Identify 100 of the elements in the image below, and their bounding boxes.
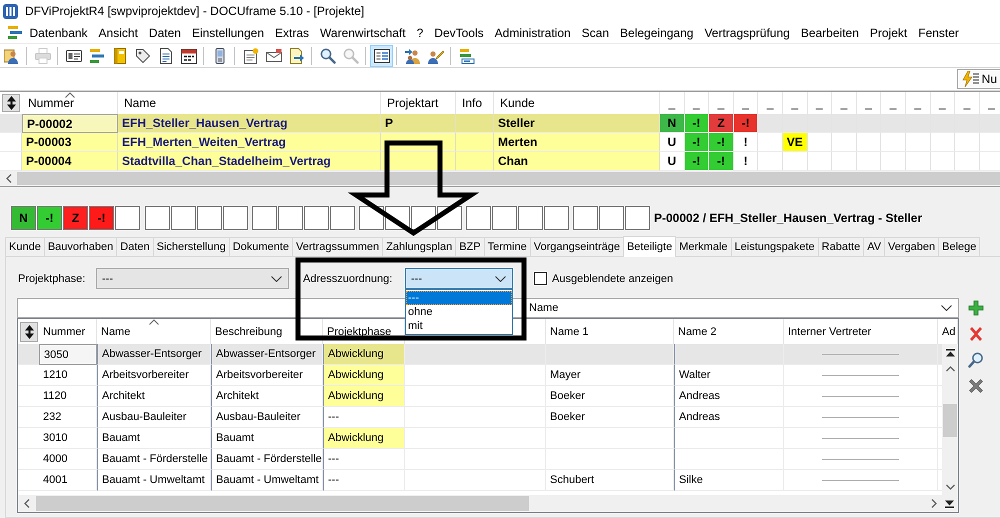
menu-item[interactable]: Ansicht [93, 24, 144, 42]
table-cell: --- [323, 470, 405, 491]
menu-item[interactable]: Extras [270, 24, 315, 42]
add-icon[interactable] [968, 300, 984, 316]
quick-button[interactable]: Nu [956, 69, 1000, 89]
scrollbar-thumb[interactable] [36, 496, 529, 511]
table-cell: Abwicklung [323, 386, 405, 407]
tab[interactable]: Kunde [5, 237, 45, 256]
status-cell [856, 133, 882, 152]
scroll-top-icon[interactable] [946, 349, 954, 357]
table-cell: Boeker [546, 386, 674, 407]
cross-icon[interactable] [968, 378, 984, 394]
scrollbar-thumb[interactable] [943, 404, 957, 437]
status-box [330, 206, 355, 230]
book-icon [112, 48, 128, 64]
dropdown-option[interactable]: ohne [406, 305, 512, 319]
envelope-icon [266, 48, 282, 64]
table-row[interactable]: 4001 Bauamt - Umweltamt Bauamt - Umweltamt --- Schubert Silke [18, 470, 942, 491]
menu-item[interactable]: Warenwirtschaft [314, 24, 412, 42]
menu-item[interactable]: Einstellungen [186, 24, 270, 42]
scroll-up-icon[interactable] [946, 366, 954, 372]
scroll-down-icon[interactable] [946, 484, 954, 490]
menu-item[interactable]: DevTools [428, 24, 490, 42]
table-row[interactable]: 232 Ausbau-Bauleiter Ausbau-Bauleiter --- Boeker Andreas [18, 407, 942, 428]
table-row[interactable]: 4000 Bauamt - Förderstelle Bauamt - Förderstelle --- [18, 449, 942, 470]
scroll-right-icon[interactable] [931, 499, 937, 508]
checkbox[interactable] [534, 272, 547, 285]
status-box: N [11, 206, 36, 230]
scroll-left-icon[interactable] [24, 499, 30, 508]
table-cell [456, 133, 494, 152]
sort-toggle-button[interactable] [2, 94, 20, 112]
sort-toggle-button[interactable] [20, 322, 38, 342]
table-cell: EFH_Merten_Weiten_Vertrag [118, 133, 381, 152]
table-cell: Stadtvilla_Chan_Stadelheim_Vertrag [118, 152, 381, 171]
table-cell: Abwicklung [323, 344, 405, 365]
menu-item[interactable]: Vertragsprüfung [698, 24, 796, 42]
status-cell [832, 133, 857, 152]
table-cell: Arbeitsvorbereiter [97, 365, 211, 386]
dropdown-field[interactable]: --- [96, 268, 289, 289]
table-cell: Merten [494, 133, 660, 152]
app-icon [3, 4, 18, 18]
table-row[interactable]: 3010 Bauamt Bauamt Abwicklung [18, 428, 942, 449]
tab[interactable]: Belege [938, 237, 980, 256]
menu-item[interactable]: Bearbeiten [795, 24, 864, 42]
delete-icon[interactable] [968, 326, 984, 342]
table-cell: P-00002 [22, 114, 118, 133]
search-icon[interactable] [968, 352, 984, 368]
table-cell: Bauamt - Umweltamt [211, 470, 323, 491]
table-row[interactable]: 3050 Abwasser-Entsorger Abwasser-Entsorger Abwicklung [18, 344, 942, 365]
menu-item[interactable]: Fenster [912, 24, 964, 42]
menu-item[interactable]: Datenbank [24, 24, 94, 42]
status-cell [906, 133, 931, 152]
menu-item[interactable]: ? [411, 24, 429, 42]
toolbar-button[interactable] [370, 44, 393, 66]
note-arrow-icon [288, 48, 304, 64]
tab[interactable]: Beteiligte [622, 236, 676, 257]
search-icon [342, 48, 358, 64]
table-row[interactable]: P-00004 Stadtvilla_Chan_Stadelheim_Vertrag Chan U -! -! ! [0, 152, 1000, 171]
table-row[interactable]: P-00003 EFH_Merten_Weiten_Vertrag Merten U -! -! ! VE [0, 133, 1000, 152]
status-cell: ! [734, 133, 758, 152]
table-cell: Ausbau-Bauleiter [211, 407, 323, 428]
status-cell [881, 133, 906, 152]
status-box [544, 206, 569, 230]
table-row[interactable]: P-00002 EFH_Steller_Hausen_Vertrag P Steller N -! Z -! [0, 114, 1000, 133]
table-cell: 4000 [39, 449, 97, 470]
status-box [304, 206, 329, 230]
table-row[interactable]: 1210 Arbeitsvorbereiter Arbeitsvorbereiter Abwicklung Mayer Walter [18, 365, 942, 386]
list-icon[interactable] [8, 26, 22, 39]
scroll-bottom-icon[interactable] [945, 500, 954, 508]
menu-item[interactable]: Scan [576, 24, 615, 42]
status-box [466, 206, 491, 230]
menu-item[interactable]: Projekt [864, 24, 913, 42]
status-box [573, 206, 598, 230]
lightning-list-icon [962, 71, 979, 87]
table-row[interactable]: 1120 Architekt Architekt Abwicklung Boeker Andreas [18, 386, 942, 407]
search-icon [320, 48, 336, 64]
people-arrow-icon [404, 48, 420, 64]
sort-caret-icon [148, 319, 158, 325]
record-heading: P-00002 / EFH_Steller_Hausen_Vertrag - Steller [654, 211, 922, 225]
menu-item[interactable]: Daten [143, 24, 186, 42]
checkbox-label: Ausgeblendete anzeigen [552, 272, 674, 284]
status-cell: -! [709, 133, 734, 152]
field-label: Adresszuordnung: [302, 272, 394, 284]
table-cell: Walter [674, 365, 784, 386]
menu-item[interactable]: Administration [489, 24, 576, 42]
dropdown-field[interactable]: --- [405, 268, 513, 289]
note-icon [242, 48, 258, 64]
table-cell: 3050 [39, 344, 97, 365]
field-label: Projektphase: [17, 272, 86, 284]
table-cell: 1120 [39, 386, 97, 407]
status-box: Z [63, 206, 88, 230]
scroll-left-icon[interactable] [6, 174, 12, 183]
status-cell [955, 133, 980, 152]
table-cell: P-00003 [22, 133, 118, 152]
splitter-bar[interactable] [0, 186, 1000, 200]
menu-item[interactable]: Belegeingang [614, 24, 699, 42]
table-cell: 232 [39, 407, 97, 428]
dropdown-option[interactable]: --- [406, 291, 512, 305]
status-cell: -! [709, 152, 734, 171]
dropdown-option[interactable]: mit [406, 319, 512, 333]
